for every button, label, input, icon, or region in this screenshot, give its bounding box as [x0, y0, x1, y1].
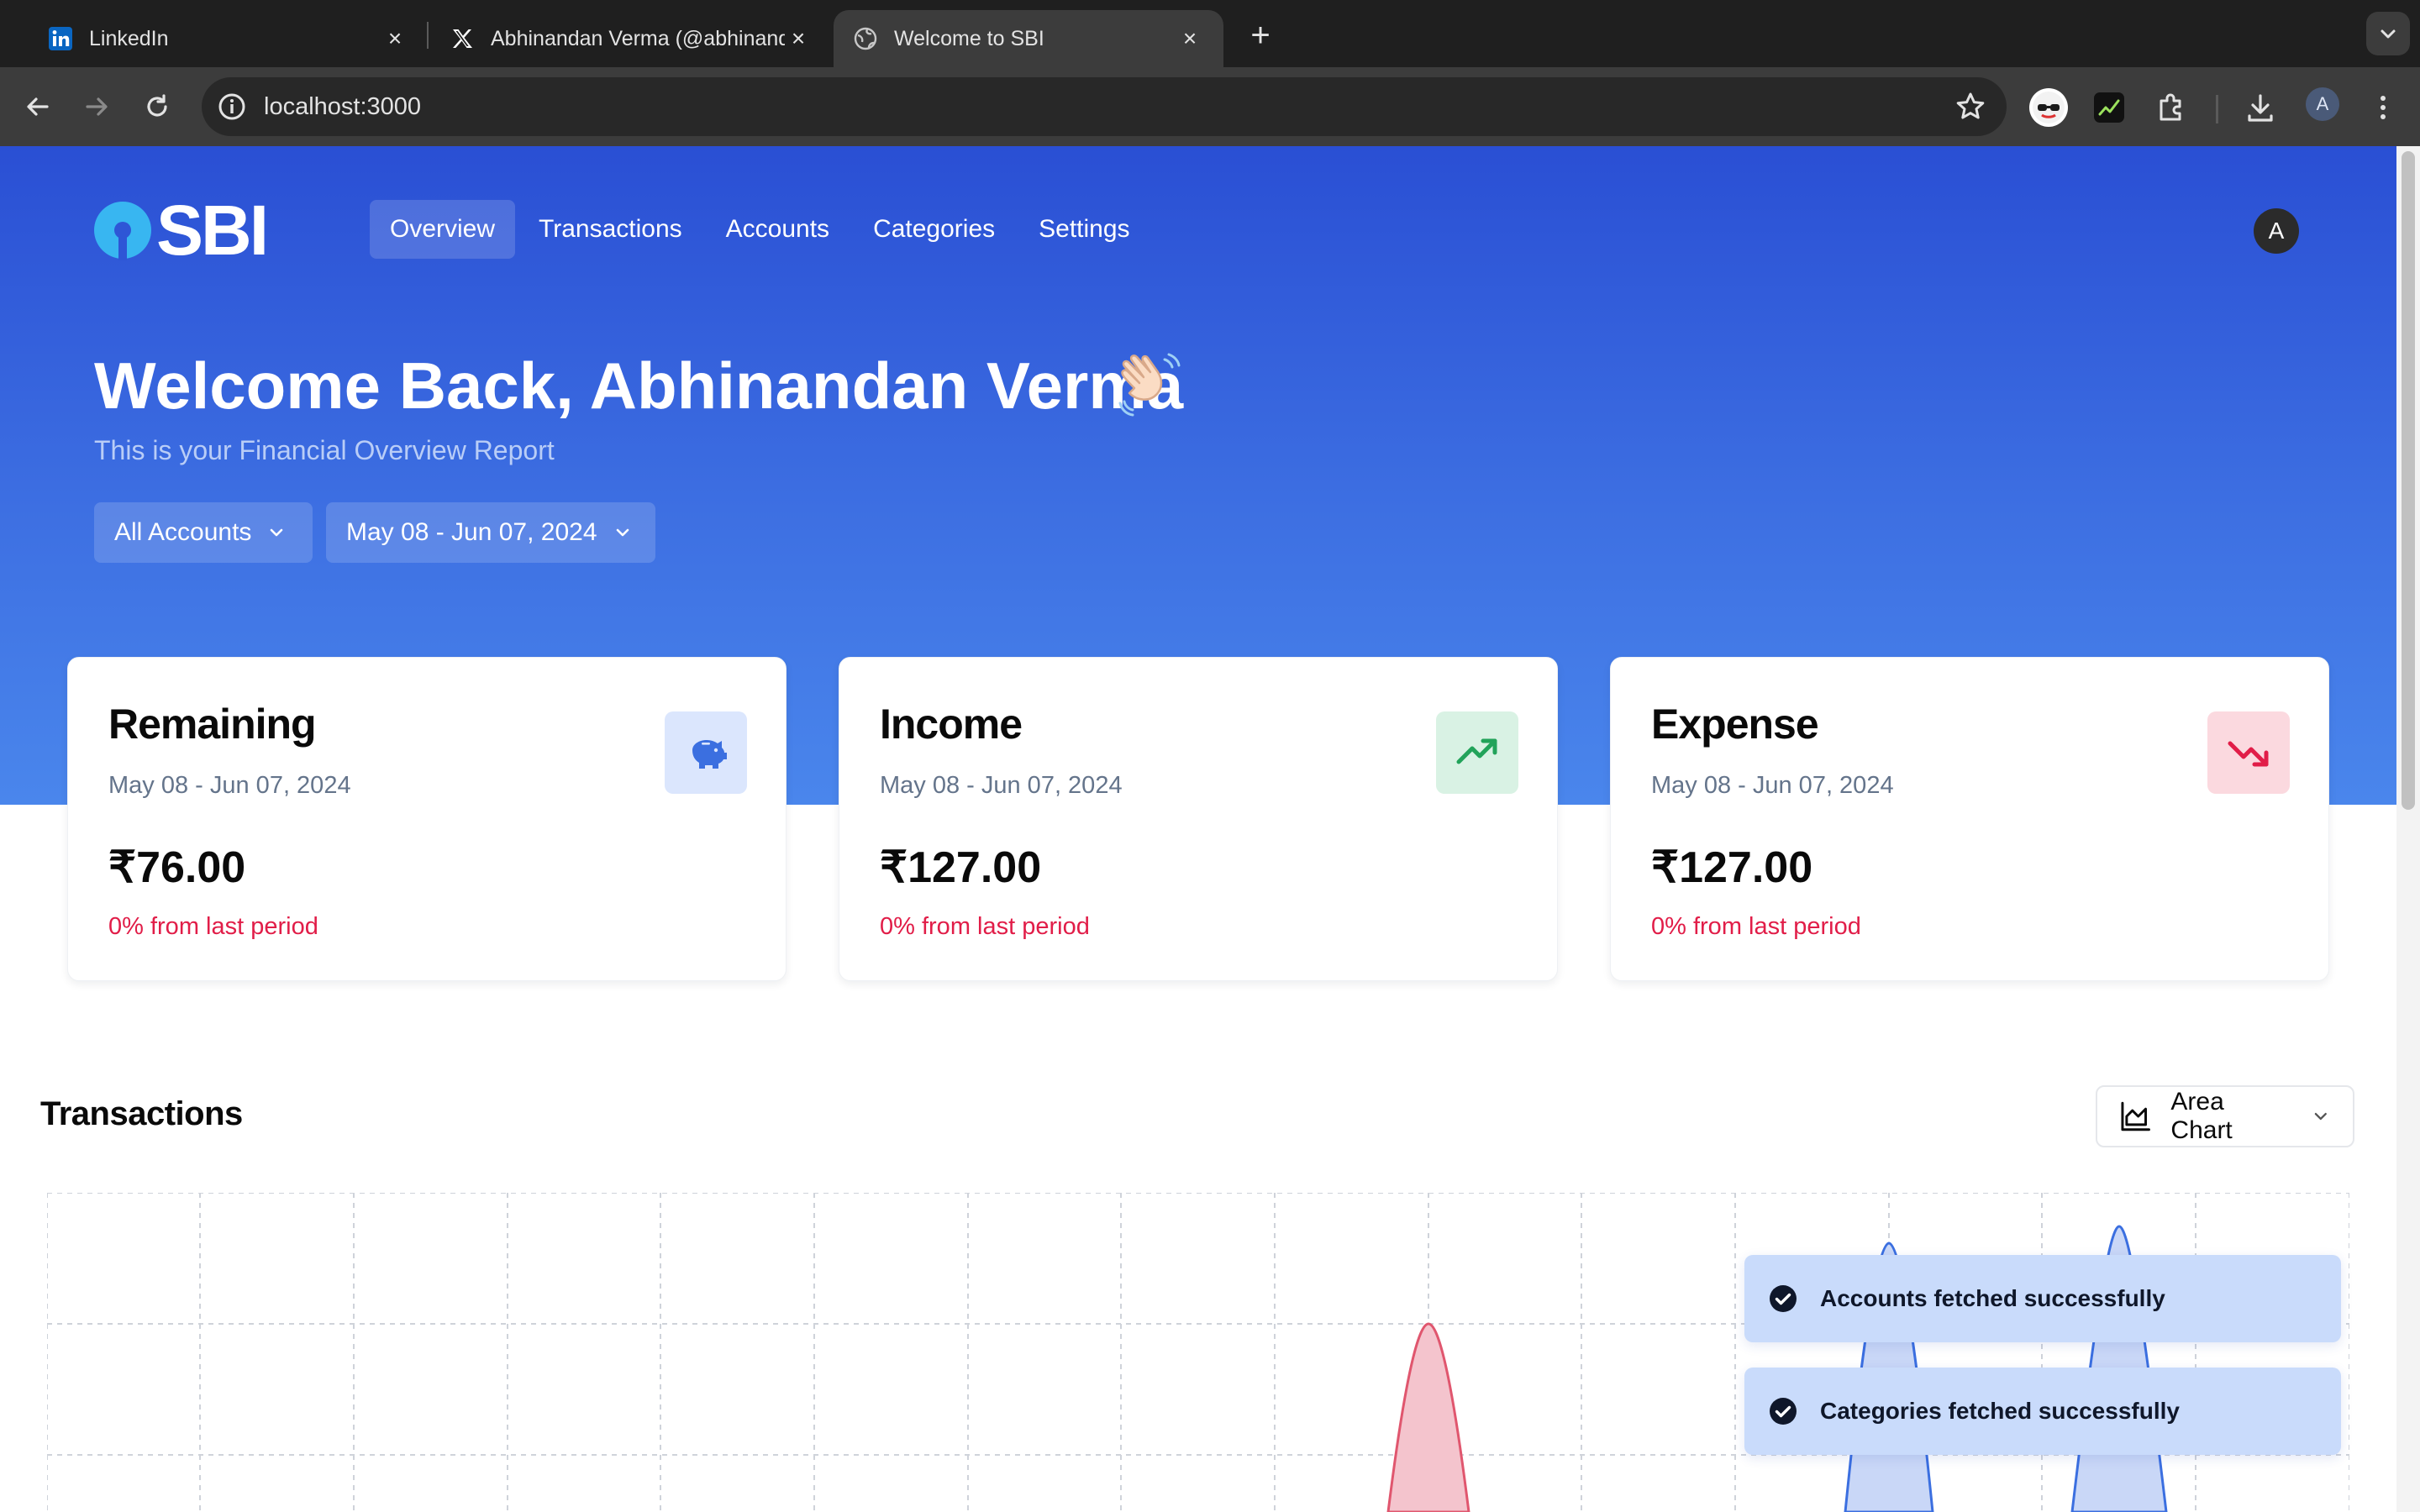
url-text[interactable]: localhost:3000 — [264, 77, 421, 136]
chart-type-select[interactable]: Area Chart — [2096, 1085, 2354, 1147]
tab-linkedin[interactable]: LinkedIn × — [29, 10, 429, 67]
reload-icon — [147, 94, 167, 117]
card-date-range: May 08 - Jun 07, 2024 — [1651, 772, 1894, 799]
card-date-range: May 08 - Jun 07, 2024 — [108, 772, 351, 799]
new-tab-button[interactable]: + — [1240, 15, 1281, 55]
arrow-right-icon — [86, 97, 108, 116]
tab-title: Welcome to SBI — [894, 26, 1044, 50]
trending-up-icon — [1436, 711, 1518, 794]
bookmark-star-icon[interactable] — [1953, 89, 1988, 124]
close-tab-icon[interactable]: × — [381, 25, 408, 52]
page-scrollbar[interactable] — [2396, 146, 2420, 1512]
logo-text: SBI — [156, 191, 269, 270]
tab-x-profile[interactable]: Abhinandan Verma (@abhinandan × — [430, 10, 832, 67]
check-circle-icon — [1770, 1285, 1797, 1312]
site-info-icon[interactable] — [217, 92, 247, 122]
card-amount: ₹127.00 — [1651, 843, 1813, 892]
toast-accounts-fetched[interactable]: Accounts fetched successfully — [1744, 1255, 2341, 1342]
card-change: 0% from last period — [1651, 913, 1861, 940]
close-tab-icon[interactable]: × — [785, 25, 812, 52]
tab-divider — [427, 22, 429, 49]
linkedin-icon — [49, 27, 72, 50]
tab-welcome-sbi[interactable]: Welcome to SBI × — [834, 10, 1223, 67]
income-card: Income May 08 - Jun 07, 2024 ₹127.00 0% … — [839, 657, 1558, 981]
remaining-card: Remaining May 08 - Jun 07, 2024 ₹76.00 0… — [67, 657, 786, 981]
sbi-logo-mark — [94, 202, 151, 260]
trending-down-icon — [2207, 711, 2290, 794]
card-change: 0% from last period — [108, 913, 318, 940]
tab-title: LinkedIn — [89, 26, 169, 50]
toast-categories-fetched[interactable]: Categories fetched successfully — [1744, 1368, 2341, 1455]
piggy-bank-icon — [665, 711, 747, 794]
transactions-heading: Transactions — [40, 1095, 243, 1132]
toast-message: Accounts fetched successfully — [1820, 1285, 2165, 1311]
scrollbar-thumb[interactable] — [2402, 151, 2415, 810]
card-title: Remaining — [108, 701, 317, 748]
forward-button[interactable] — [76, 86, 118, 128]
chevron-down-icon — [616, 528, 629, 537]
account-filter-select[interactable]: All Accounts — [94, 502, 313, 563]
user-avatar[interactable]: A — [2254, 208, 2299, 254]
hero-subtitle: This is your Financial Overview Report — [94, 435, 555, 465]
chevron-down-icon — [271, 528, 283, 537]
reload-button[interactable] — [136, 86, 178, 128]
browser-profile-avatar[interactable]: A — [2306, 87, 2339, 121]
chart-grid — [47, 1193, 2349, 1512]
card-change: 0% from last period — [880, 913, 1090, 940]
nav-accounts[interactable]: Accounts — [706, 200, 850, 259]
globe-icon — [854, 27, 877, 50]
card-title: Expense — [1651, 701, 1819, 748]
account-filter-value: All Accounts — [114, 518, 252, 546]
card-title: Income — [880, 701, 1023, 748]
toolbar-divider — [2216, 95, 2218, 123]
browser-menu-icon[interactable] — [2363, 87, 2403, 128]
nav-overview[interactable]: Overview — [370, 200, 516, 259]
waving-hand-icon — [1116, 351, 1186, 426]
card-amount: ₹127.00 — [880, 843, 1042, 892]
expense-area-peak — [1386, 1322, 1470, 1512]
nav-categories[interactable]: Categories — [853, 200, 1015, 259]
extension-avatar-icon[interactable] — [2028, 87, 2069, 128]
card-amount: ₹76.00 — [108, 843, 246, 892]
arrow-left-icon — [27, 97, 49, 116]
welcome-heading: Welcome Back, Abhinandan Verma — [94, 349, 1184, 423]
extension-chart-icon[interactable] — [2089, 87, 2129, 128]
check-circle-icon — [1770, 1398, 1797, 1425]
sbi-logo[interactable]: SBI — [94, 191, 269, 270]
toast-message: Categories fetched successfully — [1820, 1398, 2180, 1424]
date-range-filter[interactable]: May 08 - Jun 07, 2024 — [326, 502, 655, 563]
area-chart-icon — [2121, 1101, 2150, 1131]
main-nav: Overview Transactions Accounts Categorie… — [370, 200, 1150, 259]
nav-transactions[interactable]: Transactions — [518, 200, 702, 259]
card-date-range: May 08 - Jun 07, 2024 — [880, 772, 1123, 799]
extensions-puzzle-icon[interactable] — [2151, 87, 2191, 128]
back-button[interactable] — [17, 86, 59, 128]
browser-tab-strip: LinkedIn × Abhinandan Verma (@abhinandan… — [0, 0, 2420, 67]
expense-card: Expense May 08 - Jun 07, 2024 ₹127.00 0%… — [1610, 657, 2329, 981]
nav-settings[interactable]: Settings — [1018, 200, 1150, 259]
address-bar[interactable]: localhost:3000 — [202, 77, 2007, 136]
browser-toolbar: localhost:3000 — [0, 67, 2420, 146]
page-viewport: SBI Overview Transactions Accounts Categ… — [0, 146, 2420, 1512]
transactions-area-chart — [47, 1193, 2349, 1512]
close-tab-icon[interactable]: × — [1176, 25, 1203, 52]
tab-search-button[interactable] — [2366, 12, 2410, 55]
tab-title: Abhinandan Verma (@abhinandan — [491, 26, 785, 50]
chevron-down-icon — [2315, 1112, 2328, 1121]
chevron-down-icon — [2381, 29, 2396, 39]
date-range-value: May 08 - Jun 07, 2024 — [346, 518, 597, 546]
x-logo-icon — [450, 27, 474, 50]
chart-type-label: Area Chart — [2170, 1088, 2233, 1144]
downloads-icon[interactable] — [2240, 87, 2281, 128]
